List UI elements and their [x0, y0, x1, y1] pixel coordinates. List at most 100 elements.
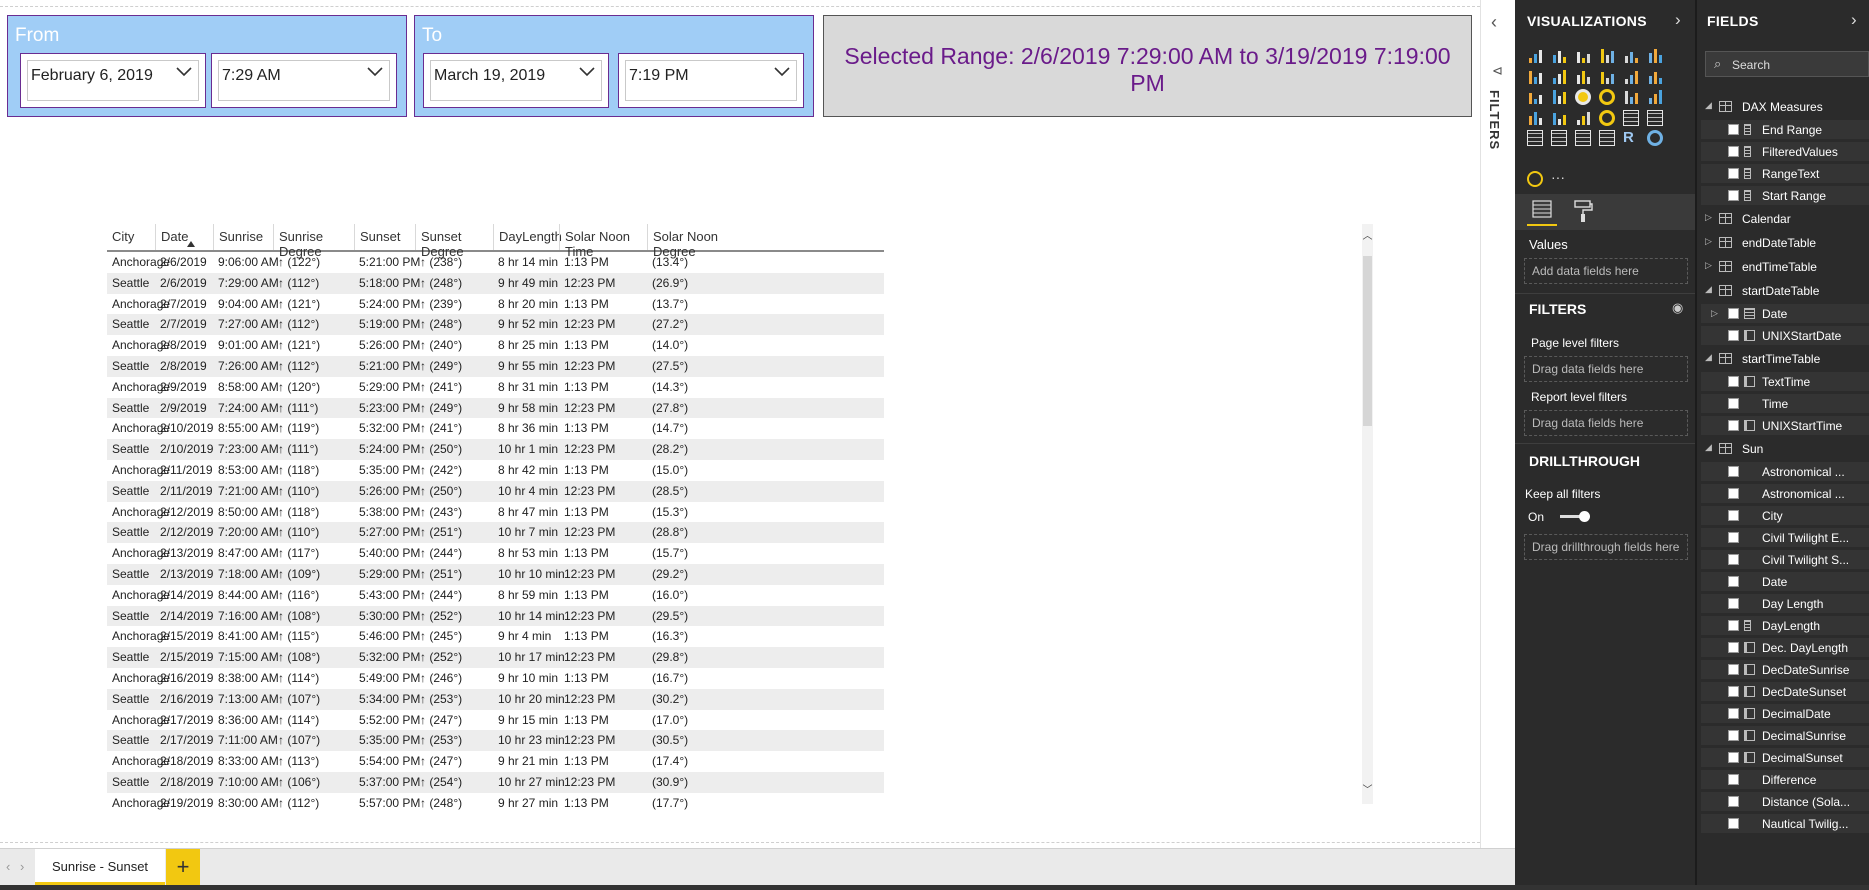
fields-tab[interactable]	[1527, 196, 1557, 226]
expand-icon[interactable]: ▷	[1705, 260, 1712, 271]
field-checkbox[interactable]	[1728, 796, 1739, 807]
field-item[interactable]: Distance (Sola...	[1701, 792, 1869, 811]
filled-map-icon[interactable]	[1527, 110, 1543, 126]
table-row[interactable]: Seattle 2/8/2019 7:26:00 AM ↑ (112°) 5:21:00…	[107, 355, 884, 377]
expand-icon[interactable]: ▷	[1705, 236, 1712, 247]
table-row[interactable]: Anchorage 2/18/2019 8:33:00 AM ↑ (113°) 5:54…	[107, 751, 884, 772]
line-clustered-column-icon[interactable]	[1623, 69, 1639, 85]
shape-map-icon[interactable]	[1551, 110, 1567, 126]
globe-icon[interactable]	[1647, 130, 1663, 146]
line-chart-icon[interactable]	[1527, 69, 1543, 85]
table-row[interactable]: Seattle 2/7/2019 7:27:00 AM ↑ (112°) 5:19:00…	[107, 314, 884, 336]
field-item[interactable]: Civil Twilight E...	[1701, 528, 1869, 547]
waterfall-chart-icon[interactable]	[1527, 89, 1543, 105]
field-item[interactable]: TextTime	[1701, 372, 1869, 391]
table-row[interactable]: Anchorage 2/17/2019 8:36:00 AM ↑ (114°) 5:52…	[107, 710, 884, 731]
field-checkbox[interactable]	[1728, 620, 1739, 631]
table-row[interactable]: Seattle 2/9/2019 7:24:00 AM ↑ (111°) 5:23:00…	[107, 397, 884, 419]
table-row[interactable]: Anchorage 2/14/2019 8:44:00 AM ↑ (116°) 5:43…	[107, 585, 884, 606]
column-header-city[interactable]: City	[107, 224, 155, 250]
field-checkbox[interactable]	[1728, 642, 1739, 653]
field-table[interactable]: ▷ Calendar	[1697, 208, 1869, 230]
table-row[interactable]: Anchorage 2/19/2019 8:30:00 AM ↑ (112°) 5:57…	[107, 793, 884, 814]
field-checkbox[interactable]	[1728, 818, 1739, 829]
table-row[interactable]: Anchorage 2/8/2019 9:01:00 AM ↑ (121°) 5:26:…	[107, 335, 884, 356]
expand-icon[interactable]: ◢	[1705, 352, 1712, 363]
scrollbar-thumb[interactable]	[1363, 256, 1372, 426]
field-checkbox[interactable]	[1728, 576, 1739, 587]
expand-icon[interactable]: ▷	[1705, 212, 1712, 223]
field-item[interactable]: DayLength	[1701, 616, 1869, 635]
card-icon[interactable]	[1623, 109, 1639, 126]
slicer-icon[interactable]	[1551, 130, 1567, 146]
custom-visual-clock-icon[interactable]	[1527, 171, 1543, 187]
table-row[interactable]: Seattle 2/12/2019 7:20:00 AM ↑ (110°) 5:27:0…	[107, 522, 884, 544]
treemap-icon[interactable]	[1623, 89, 1639, 105]
field-item[interactable]: Time	[1701, 394, 1869, 413]
table-row[interactable]: Anchorage 2/6/2019 9:06:00 AM ↑ (122°) 5:21:…	[107, 252, 884, 273]
multi-row-card-icon[interactable]	[1647, 109, 1663, 126]
stacked-bar-chart-icon[interactable]	[1527, 48, 1543, 64]
chevron-right-icon[interactable]: ›	[1851, 10, 1857, 30]
field-item[interactable]: Start Range	[1701, 186, 1869, 205]
column-header-sunrise-degree[interactable]: Sunrise Degree	[273, 224, 354, 259]
page-tab-sunrise-sunset[interactable]: Sunrise - Sunset	[35, 849, 165, 885]
table-row[interactable]: Seattle 2/18/2019 7:10:00 AM ↑ (106°) 5:37:0…	[107, 771, 884, 793]
field-checkbox[interactable]	[1728, 598, 1739, 609]
table-row[interactable]: Seattle 2/10/2019 7:23:00 AM ↑ (111°) 5:24:0…	[107, 439, 884, 460]
field-item[interactable]: Astronomical ...	[1701, 462, 1869, 481]
column-header-sunset-degree[interactable]: Sunset Degree	[415, 224, 493, 259]
stacked-area-chart-icon[interactable]	[1575, 69, 1591, 85]
table-row[interactable]: Seattle 2/15/2019 7:15:00 AM ↑ (108°) 5:32:0…	[107, 647, 884, 668]
filters-collapsed-pane[interactable]: ‹ ⊲ FILTERS	[1480, 0, 1515, 890]
table-row[interactable]: Seattle 2/13/2019 7:18:00 AM ↑ (109°) 5:29:0…	[107, 563, 884, 585]
r-visual-icon[interactable]: R	[1623, 130, 1639, 146]
field-item[interactable]: Dec. DayLength	[1701, 638, 1869, 657]
column-header-solar-noon-degree[interactable]: Solar Noon Degree	[647, 224, 744, 259]
field-checkbox[interactable]	[1728, 420, 1739, 431]
fields-search-input[interactable]: ⌕ Search	[1705, 51, 1869, 77]
table-row[interactable]: Anchorage 2/15/2019 8:41:00 AM ↑ (115°) 5:46…	[107, 626, 884, 647]
field-item[interactable]: City	[1701, 506, 1869, 525]
clustered-bar-chart-icon[interactable]	[1575, 48, 1591, 64]
column-header-solar-noon-time[interactable]: Solar Noon Time	[559, 224, 647, 259]
table-row[interactable]: Anchorage 2/13/2019 8:47:00 AM ↑ (117°) 5:40…	[107, 543, 884, 564]
field-checkbox[interactable]	[1728, 124, 1739, 135]
expand-icon[interactable]: ◢	[1705, 284, 1712, 295]
field-item[interactable]: Difference	[1701, 770, 1869, 789]
field-table[interactable]: ◢ DAX Measures	[1697, 96, 1869, 118]
table-row[interactable]: Seattle 2/16/2019 7:13:00 AM ↑ (107°) 5:34:0…	[107, 688, 884, 710]
field-checkbox[interactable]	[1728, 168, 1739, 179]
100-column-chart-icon[interactable]	[1647, 48, 1663, 64]
values-well[interactable]: Add data fields here	[1524, 258, 1688, 284]
field-checkbox[interactable]	[1728, 190, 1739, 201]
add-page-button[interactable]: +	[166, 849, 200, 885]
to-time-dropdown[interactable]: 7:19 PM	[618, 53, 804, 108]
field-checkbox[interactable]	[1728, 774, 1739, 785]
field-item[interactable]: DecDateSunset	[1701, 682, 1869, 701]
field-checkbox[interactable]	[1728, 376, 1739, 387]
table-row[interactable]: Anchorage 2/11/2019 8:53:00 AM ↑ (118°) 5:35…	[107, 460, 884, 481]
chevron-right-icon[interactable]: ›	[1675, 10, 1681, 30]
field-checkbox[interactable]	[1728, 532, 1739, 543]
from-time-dropdown[interactable]: 7:29 AM	[211, 53, 397, 108]
column-header-sunset[interactable]: Sunset	[354, 224, 415, 250]
field-checkbox[interactable]	[1728, 330, 1739, 341]
field-checkbox[interactable]	[1728, 752, 1739, 763]
field-item[interactable]: DecimalDate	[1701, 704, 1869, 723]
field-checkbox[interactable]	[1728, 488, 1739, 499]
format-tab[interactable]	[1571, 198, 1595, 224]
field-item[interactable]: ▷ Date	[1701, 304, 1869, 323]
field-item[interactable]: Day Length	[1701, 594, 1869, 613]
field-checkbox[interactable]	[1728, 664, 1739, 675]
scatter-chart-icon[interactable]	[1551, 89, 1567, 105]
field-checkbox[interactable]	[1728, 554, 1739, 565]
eye-icon[interactable]: ◉	[1672, 300, 1683, 316]
field-table[interactable]: ▷ endTimeTable	[1697, 256, 1869, 278]
table-row[interactable]: Seattle 2/14/2019 7:16:00 AM ↑ (108°) 5:30:0…	[107, 605, 884, 627]
column-header-sunrise[interactable]: Sunrise	[213, 224, 273, 250]
field-item[interactable]: End Range	[1701, 120, 1869, 139]
page-level-filters-well[interactable]: Drag data fields here	[1524, 356, 1688, 382]
table-row[interactable]: Seattle 2/6/2019 7:29:00 AM ↑ (112°) 5:18:00…	[107, 272, 884, 294]
chevron-left-icon[interactable]: ‹	[1491, 12, 1497, 33]
